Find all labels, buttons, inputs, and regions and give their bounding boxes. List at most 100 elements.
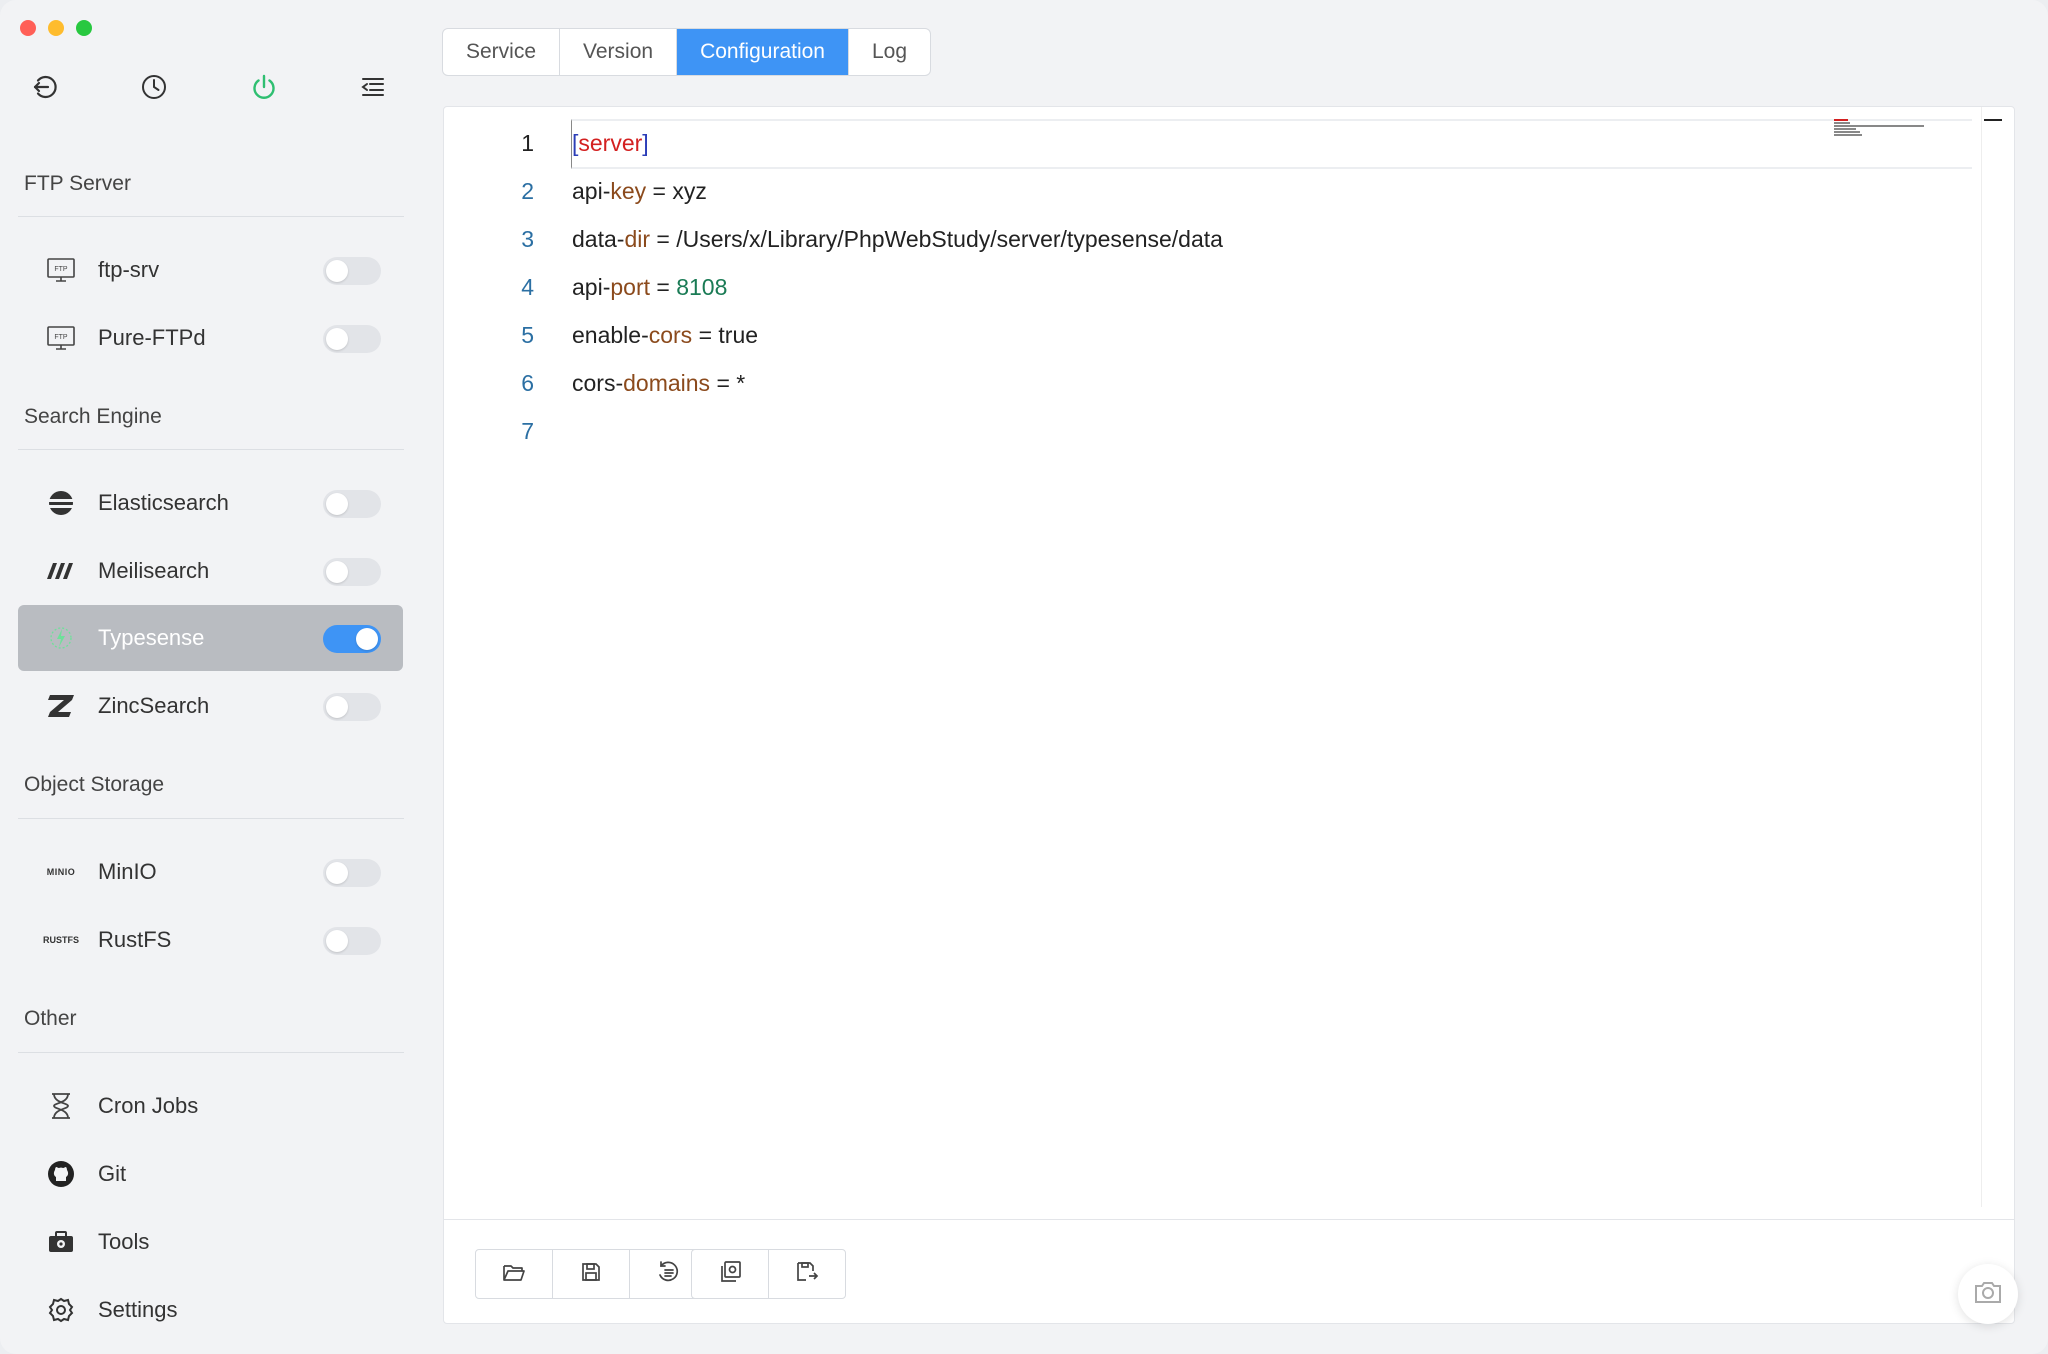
history-icon[interactable] <box>133 66 175 108</box>
line-number: 5 <box>521 322 534 348</box>
sidebar-item-meilisearch[interactable]: Meilisearch <box>18 538 403 604</box>
code-token: api- <box>572 178 611 204</box>
code-line[interactable]: 7 <box>444 407 1844 455</box>
line-number: 6 <box>521 370 534 396</box>
service-toggle[interactable] <box>323 558 381 586</box>
line-number: 1 <box>521 130 534 156</box>
tab-service[interactable]: Service <box>443 29 561 75</box>
sidebar-item-pure-ftpd[interactable]: FTP Pure-FTPd <box>18 305 403 371</box>
tab-bar: Service Version Configuration Log <box>442 28 932 76</box>
sidebar-item-elasticsearch[interactable]: Elasticsearch <box>18 470 403 536</box>
tab-log[interactable]: Log <box>849 29 930 75</box>
file-button-group <box>475 1249 707 1299</box>
code-token: port <box>610 274 650 300</box>
code-token: server <box>578 130 643 156</box>
code-token: api- <box>572 274 611 300</box>
zincsearch-icon <box>38 693 84 719</box>
editor-scrollbar-track[interactable] <box>1981 107 1982 1207</box>
minio-logo: MINIO <box>38 867 84 877</box>
code-token: = true <box>692 322 759 348</box>
code-line[interactable]: 6 cors-domains = * <box>444 359 1844 407</box>
code-editor[interactable]: 1 [server] 2 api-key = xyz 3 data-dir = /User… <box>444 107 2002 1219</box>
sidebar-item-tools[interactable]: Tools <box>18 1209 403 1275</box>
sidebar-item-settings[interactable]: Settings <box>18 1277 403 1343</box>
sidebar-item-label: Typesense <box>98 625 205 650</box>
code-line[interactable]: 5 enable-cors = true <box>444 311 1844 359</box>
sidebar-item-label: Elasticsearch <box>98 490 229 515</box>
code-token: enable- <box>572 322 649 348</box>
line-number: 4 <box>521 274 534 300</box>
tab-version[interactable]: Version <box>560 29 678 75</box>
code-token: = <box>650 274 677 300</box>
code-token: 8108 <box>676 274 728 300</box>
minimap[interactable] <box>1834 119 1934 139</box>
screenshot-button[interactable] <box>1958 1264 2018 1324</box>
open-folder-button[interactable] <box>476 1250 553 1298</box>
code-token: = xyz <box>646 178 707 204</box>
service-toggle[interactable] <box>323 693 381 721</box>
code-token: cors <box>648 322 693 348</box>
sidebar-item-rustfs[interactable]: RUSTFS RustFS <box>18 907 403 973</box>
section-divider <box>18 449 404 450</box>
code-token: cors- <box>572 370 624 396</box>
ftp-icon: FTP <box>38 257 84 283</box>
github-icon <box>38 1160 84 1188</box>
line-code: api-port = 8108 <box>572 263 727 311</box>
service-toggle[interactable] <box>323 257 381 285</box>
sidebar-item-zincsearch[interactable]: ZincSearch <box>18 673 403 739</box>
back-icon[interactable] <box>24 66 66 108</box>
minio-logo-text: MINIO <box>46 867 76 877</box>
sidebar-item-label: Cron Jobs <box>98 1093 199 1118</box>
section-divider <box>18 1052 404 1053</box>
editor-scroll-indicator[interactable] <box>1984 119 2002 121</box>
save-custom-config-button[interactable] <box>769 1250 845 1298</box>
line-code: data-dir = /Users/x/Library/PhpWebStudy/… <box>572 215 1223 263</box>
sidebar-item-label: Tools <box>98 1229 150 1254</box>
sidebar-item-ftp-srv[interactable]: FTP ftp-srv <box>18 237 403 303</box>
line-code: [server] <box>572 119 649 167</box>
sidebar: FTP Server FTP ftp-srv FTP Pure-FTPd Sea… <box>0 0 420 1354</box>
open-folder-icon <box>502 1261 526 1288</box>
sidebar-item-typesense[interactable]: Typesense <box>18 605 403 671</box>
typesense-icon <box>38 623 84 653</box>
load-custom-config-button[interactable] <box>692 1250 769 1298</box>
code-token: ] <box>642 130 649 156</box>
custom-config-button-group <box>691 1249 846 1299</box>
config-panel: 1 [server] 2 api-key = xyz 3 data-dir = /User… <box>443 106 2015 1324</box>
code-token: = /Users/x/Library/PhpWebStudy/server/ty… <box>650 226 1223 252</box>
load-custom-icon <box>718 1260 742 1289</box>
line-code: enable-cors = true <box>572 311 758 359</box>
sidebar-item-label: Pure-FTPd <box>98 325 206 350</box>
sidebar-item-minio[interactable]: MINIO MinIO <box>18 839 403 905</box>
service-toggle[interactable] <box>323 859 381 887</box>
tab-configuration[interactable]: Configuration <box>677 29 849 75</box>
service-toggle[interactable] <box>323 927 381 955</box>
sidebar-item-label: Settings <box>98 1297 178 1322</box>
section-title-ftp-server: FTP Server <box>24 172 131 195</box>
section-title-search-engine: Search Engine <box>24 405 162 428</box>
service-toggle[interactable] <box>323 625 381 653</box>
power-icon[interactable] <box>243 66 285 108</box>
rustfs-logo: RUSTFS <box>38 935 84 945</box>
svg-text:FTP: FTP <box>54 334 68 341</box>
rustfs-logo-text: RUSTFS <box>43 935 79 945</box>
service-toggle[interactable] <box>323 490 381 518</box>
service-toggle[interactable] <box>323 325 381 353</box>
line-number: 2 <box>521 178 534 204</box>
format-icon <box>656 1260 680 1289</box>
section-title-other: Other <box>24 1007 77 1030</box>
code-line[interactable]: 4 api-port = 8108 <box>444 263 1844 311</box>
panel-footer-divider <box>444 1219 2014 1220</box>
save-button[interactable] <box>553 1250 630 1298</box>
elasticsearch-icon <box>38 489 84 517</box>
code-line[interactable]: 1 [server] <box>444 119 1844 167</box>
sidebar-item-label: Meilisearch <box>98 558 210 583</box>
sidebar-item-cron-jobs[interactable]: Cron Jobs <box>18 1073 403 1139</box>
sidebar-item-label: RustFS <box>98 927 172 952</box>
line-number: 3 <box>521 226 534 252</box>
menu-icon[interactable] <box>352 66 394 108</box>
sidebar-toolbar <box>24 66 394 108</box>
sidebar-item-git[interactable]: Git <box>18 1141 403 1207</box>
code-line[interactable]: 2 api-key = xyz <box>444 167 1844 215</box>
code-line[interactable]: 3 data-dir = /Users/x/Library/PhpWebStudy… <box>444 215 1844 263</box>
